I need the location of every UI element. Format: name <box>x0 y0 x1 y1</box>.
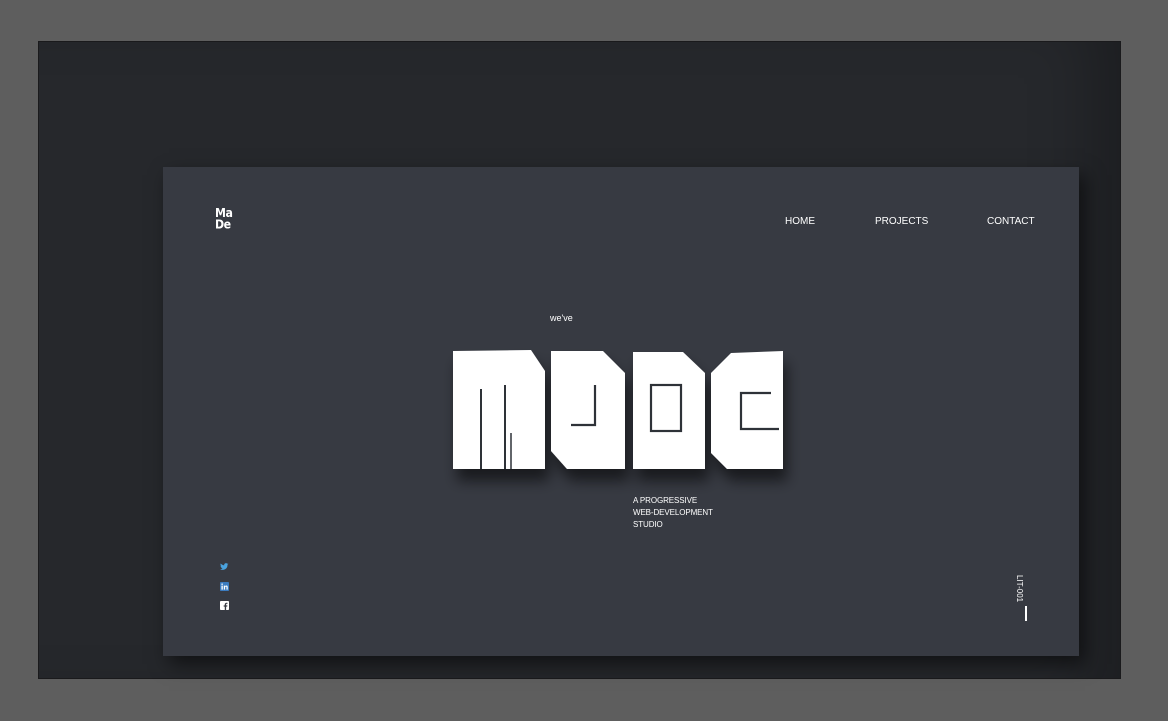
outer-frame: Ma De HOME PROJECTS CONTACT we've A PROG… <box>38 41 1121 679</box>
wordmark-letter-d <box>633 352 705 469</box>
version-label: LIT-001 <box>1015 575 1024 603</box>
tagline-line-1: A PROGRESSIVE <box>633 496 698 505</box>
logo[interactable]: Ma De <box>215 207 237 233</box>
linkedin-icon[interactable] <box>220 582 229 591</box>
version-indicator: LIT-001 <box>1015 575 1033 625</box>
hero-prefix: we've <box>550 313 573 323</box>
tagline-line-3: STUDIO <box>633 520 663 529</box>
twitter-icon[interactable] <box>220 562 229 571</box>
hero-tagline: A PROGRESSIVE WEB-DEVELOPMENT STUDIO <box>633 495 713 531</box>
facebook-icon[interactable] <box>220 601 229 610</box>
website-card: Ma De HOME PROJECTS CONTACT we've A PROG… <box>163 167 1079 656</box>
logo-line-2: De <box>215 217 231 233</box>
tagline-line-2: WEB-DEVELOPMENT <box>633 508 713 517</box>
wordmark-letter-e <box>711 351 783 469</box>
nav-contact[interactable]: CONTACT <box>987 216 1035 230</box>
version-divider <box>1025 606 1027 621</box>
wordmark-letter-a <box>551 351 625 469</box>
nav-projects[interactable]: PROJECTS <box>875 216 928 230</box>
hero-wordmark <box>453 350 783 469</box>
nav-home[interactable]: HOME <box>785 216 815 230</box>
wordmark-letter-m <box>453 350 545 469</box>
